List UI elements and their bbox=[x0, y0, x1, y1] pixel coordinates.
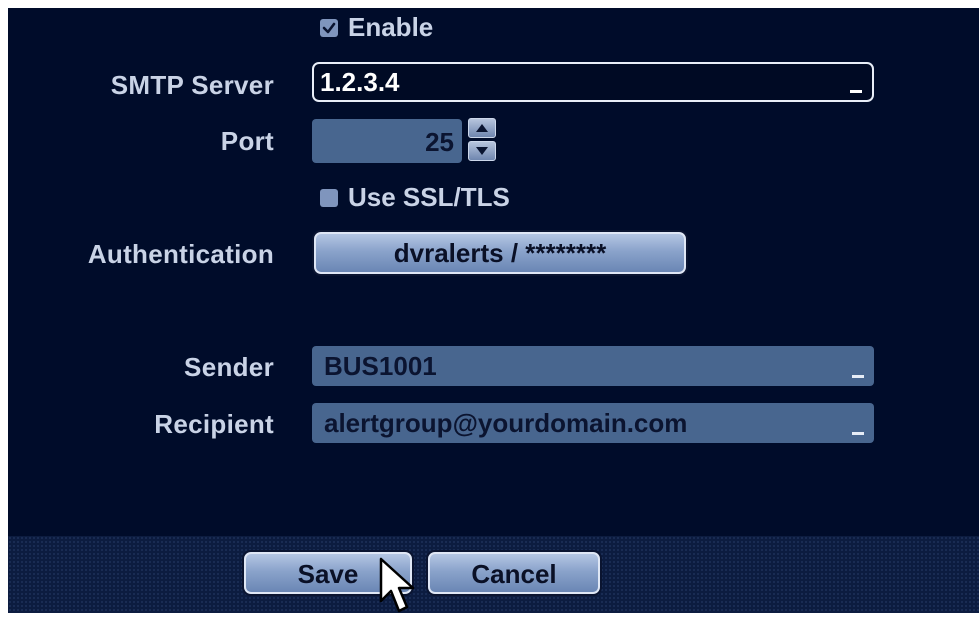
recipient-label: Recipient bbox=[154, 409, 274, 439]
ssl-checkbox-row[interactable]: Use SSL/TLS bbox=[320, 182, 510, 213]
arrow-down-icon bbox=[476, 147, 488, 155]
cancel-button-label: Cancel bbox=[471, 559, 557, 589]
save-button-label: Save bbox=[297, 559, 359, 589]
authentication-button[interactable]: dvralerts / ******** bbox=[314, 232, 686, 274]
checkmark-icon bbox=[322, 22, 336, 33]
authentication-button-label: dvralerts / ******** bbox=[393, 238, 607, 268]
port-input[interactable]: 25 bbox=[312, 119, 462, 163]
enable-checkbox[interactable] bbox=[320, 18, 338, 37]
arrow-up-icon bbox=[476, 124, 488, 132]
text-cursor-icon bbox=[852, 432, 864, 435]
port-label: Port bbox=[220, 126, 274, 156]
port-decrement-button[interactable] bbox=[468, 141, 496, 161]
ssl-checkbox[interactable] bbox=[320, 188, 338, 207]
port-value: 25 bbox=[425, 127, 454, 157]
recipient-input[interactable]: alertgroup@yourdomain.com bbox=[312, 403, 874, 443]
smtp-server-label: SMTP Server bbox=[110, 70, 274, 100]
cancel-button[interactable]: Cancel bbox=[428, 552, 600, 594]
enable-label: Enable bbox=[348, 12, 434, 42]
enable-checkbox-row[interactable]: Enable bbox=[320, 12, 433, 43]
sender-value: BUS1001 bbox=[324, 351, 437, 381]
smtp-server-value: 1.2.3.4 bbox=[320, 67, 400, 97]
port-increment-button[interactable] bbox=[468, 118, 496, 138]
text-cursor-icon bbox=[850, 90, 862, 93]
sender-input[interactable]: BUS1001 bbox=[312, 346, 874, 386]
mouse-pointer-icon bbox=[379, 557, 415, 613]
text-cursor-icon bbox=[852, 375, 864, 378]
smtp-server-input[interactable]: 1.2.3.4 bbox=[312, 62, 874, 102]
ssl-label: Use SSL/TLS bbox=[348, 182, 510, 212]
sender-label: Sender bbox=[184, 352, 274, 382]
authentication-label: Authentication bbox=[87, 239, 274, 269]
recipient-value: alertgroup@yourdomain.com bbox=[324, 408, 688, 438]
